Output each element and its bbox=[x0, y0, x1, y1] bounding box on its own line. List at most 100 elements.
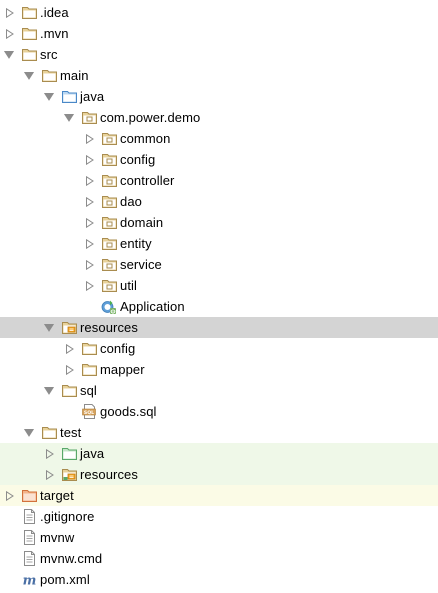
chevron-right-icon[interactable] bbox=[82, 212, 96, 233]
chevron-right-icon[interactable] bbox=[2, 2, 16, 23]
chevron-right-icon[interactable] bbox=[82, 128, 96, 149]
tree-item-test-resources[interactable]: resources bbox=[0, 464, 438, 485]
tree-item-label: com.power.demo bbox=[100, 110, 201, 125]
package-icon bbox=[101, 128, 117, 149]
tree-item-label: mapper bbox=[100, 362, 145, 377]
tree-item-label: mvnw.cmd bbox=[40, 551, 103, 566]
tree-item-label: mvnw bbox=[40, 530, 75, 545]
chevron-right-icon[interactable] bbox=[82, 233, 96, 254]
folder-icon bbox=[41, 65, 57, 86]
tree-item-application[interactable]: Application bbox=[0, 296, 438, 317]
chevron-right-icon[interactable] bbox=[2, 23, 16, 44]
folder-icon bbox=[21, 23, 37, 44]
excluded-folder-icon bbox=[21, 485, 37, 506]
tree-item-label: resources bbox=[80, 467, 138, 482]
svg-text:m: m bbox=[22, 574, 36, 588]
tree-item-com-power-demo[interactable]: com.power.demo bbox=[0, 107, 438, 128]
tree-item-label: test bbox=[60, 425, 82, 440]
test-source-folder-icon bbox=[61, 443, 77, 464]
svg-text:SQL: SQL bbox=[83, 410, 93, 416]
chevron-right-icon[interactable] bbox=[82, 191, 96, 212]
tree-item-label: sql bbox=[80, 383, 97, 398]
folder-icon bbox=[61, 380, 77, 401]
tree-item-label: src bbox=[40, 47, 58, 62]
tree-item-label: pom.xml bbox=[40, 572, 90, 587]
tree-item-label: service bbox=[120, 257, 162, 272]
tree-item-target[interactable]: target bbox=[0, 485, 438, 506]
package-icon bbox=[101, 233, 117, 254]
tree-item-resources-config[interactable]: config bbox=[0, 338, 438, 359]
chevron-down-icon[interactable] bbox=[42, 380, 56, 401]
tree-item-test[interactable]: test bbox=[0, 422, 438, 443]
tree-item-idea[interactable]: .idea bbox=[0, 2, 438, 23]
chevron-down-icon[interactable] bbox=[22, 65, 36, 86]
tree-item-mvnw[interactable]: mvnw bbox=[0, 527, 438, 548]
source-folder-icon bbox=[61, 86, 77, 107]
tree-item-label: dao bbox=[120, 194, 142, 209]
tree-item-dao[interactable]: dao bbox=[0, 191, 438, 212]
package-icon bbox=[101, 149, 117, 170]
tree-item-sql[interactable]: sql bbox=[0, 380, 438, 401]
package-icon bbox=[101, 254, 117, 275]
text-file-icon bbox=[21, 548, 37, 569]
chevron-right-icon[interactable] bbox=[82, 254, 96, 275]
folder-icon bbox=[41, 422, 57, 443]
tree-item-resources[interactable]: resources bbox=[0, 317, 438, 338]
chevron-down-icon[interactable] bbox=[42, 317, 56, 338]
tree-item-gitignore[interactable]: .gitignore bbox=[0, 506, 438, 527]
tree-item-label: .gitignore bbox=[40, 509, 95, 524]
spring-boot-class-icon bbox=[101, 296, 117, 317]
tree-item-java[interactable]: java bbox=[0, 86, 438, 107]
folder-icon bbox=[21, 44, 37, 65]
sql-file-icon: SQL bbox=[81, 401, 97, 422]
tree-item-config[interactable]: config bbox=[0, 149, 438, 170]
tree-item-label: java bbox=[80, 446, 105, 461]
tree-item-mvn[interactable]: .mvn bbox=[0, 23, 438, 44]
folder-icon bbox=[81, 359, 97, 380]
tree-item-util[interactable]: util bbox=[0, 275, 438, 296]
package-icon bbox=[101, 191, 117, 212]
resources-folder-icon bbox=[61, 317, 77, 338]
tree-item-label: entity bbox=[120, 236, 152, 251]
chevron-down-icon[interactable] bbox=[22, 422, 36, 443]
chevron-down-icon[interactable] bbox=[42, 86, 56, 107]
tree-item-label: util bbox=[120, 278, 138, 293]
tree-item-common[interactable]: common bbox=[0, 128, 438, 149]
folder-icon bbox=[81, 338, 97, 359]
tree-item-label: common bbox=[120, 131, 171, 146]
tree-item-mvnw-cmd[interactable]: mvnw.cmd bbox=[0, 548, 438, 569]
tree-item-label: .idea bbox=[40, 5, 69, 20]
package-icon bbox=[101, 275, 117, 296]
tree-item-label: domain bbox=[120, 215, 164, 230]
package-icon bbox=[101, 170, 117, 191]
chevron-right-icon[interactable] bbox=[82, 275, 96, 296]
chevron-down-icon[interactable] bbox=[2, 44, 16, 65]
chevron-right-icon[interactable] bbox=[2, 485, 16, 506]
tree-item-goods-sql[interactable]: SQL goods.sql bbox=[0, 401, 438, 422]
chevron-down-icon[interactable] bbox=[62, 107, 76, 128]
chevron-right-icon[interactable] bbox=[62, 359, 76, 380]
tree-item-entity[interactable]: entity bbox=[0, 233, 438, 254]
tree-item-src[interactable]: src bbox=[0, 44, 438, 65]
package-icon bbox=[81, 107, 97, 128]
tree-item-main[interactable]: main bbox=[0, 65, 438, 86]
tree-item-label: Application bbox=[120, 299, 185, 314]
folder-icon bbox=[21, 2, 37, 23]
tree-item-controller[interactable]: controller bbox=[0, 170, 438, 191]
chevron-right-icon[interactable] bbox=[62, 338, 76, 359]
text-file-icon bbox=[21, 506, 37, 527]
tree-item-domain[interactable]: domain bbox=[0, 212, 438, 233]
tree-item-pom-xml[interactable]: m pom.xml bbox=[0, 569, 438, 590]
chevron-right-icon[interactable] bbox=[42, 464, 56, 485]
chevron-right-icon[interactable] bbox=[82, 149, 96, 170]
chevron-right-icon[interactable] bbox=[82, 170, 96, 191]
package-icon bbox=[101, 212, 117, 233]
tree-item-label: resources bbox=[80, 320, 138, 335]
tree-item-label: .mvn bbox=[40, 26, 69, 41]
chevron-right-icon[interactable] bbox=[42, 443, 56, 464]
tree-item-label: target bbox=[40, 488, 74, 503]
tree-item-label: main bbox=[60, 68, 89, 83]
tree-item-mapper[interactable]: mapper bbox=[0, 359, 438, 380]
tree-item-service[interactable]: service bbox=[0, 254, 438, 275]
tree-item-test-java[interactable]: java bbox=[0, 443, 438, 464]
